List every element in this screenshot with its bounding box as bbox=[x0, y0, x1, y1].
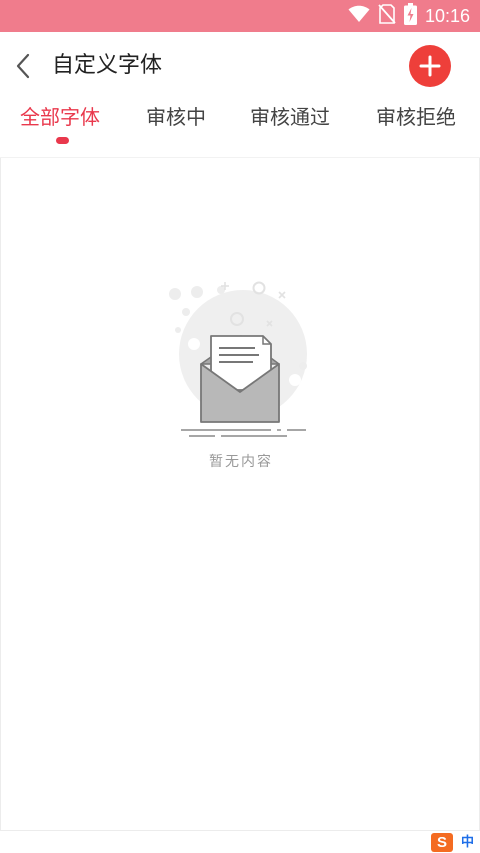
chevron-left-icon bbox=[16, 53, 30, 79]
no-sim-icon bbox=[378, 4, 396, 28]
tab-bar: 全部字体 审核中 审核通过 审核拒绝 bbox=[0, 100, 480, 158]
wifi-icon bbox=[348, 5, 370, 27]
plus-icon bbox=[419, 55, 441, 77]
ime-language-toggle[interactable]: 中 bbox=[461, 833, 474, 852]
empty-state-text: 暂无内容 bbox=[209, 454, 273, 470]
ime-bar: S 中 bbox=[0, 830, 480, 853]
status-time: 10:16 bbox=[424, 5, 470, 26]
tab-rejected[interactable]: 审核拒绝 bbox=[376, 100, 456, 134]
add-font-button[interactable] bbox=[409, 45, 451, 87]
open-envelope-icon bbox=[161, 278, 321, 438]
status-bar: 10:16 bbox=[0, 0, 480, 32]
tab-all-fonts[interactable]: 全部字体 bbox=[20, 100, 100, 134]
app-header: 自定义字体 bbox=[0, 32, 480, 100]
active-tab-indicator bbox=[56, 137, 69, 144]
sogou-ime-icon[interactable]: S bbox=[431, 833, 453, 852]
tab-approved[interactable]: 审核通过 bbox=[250, 100, 330, 134]
battery-charging-icon bbox=[403, 3, 417, 29]
tab-reviewing[interactable]: 审核中 bbox=[146, 100, 206, 134]
back-button[interactable] bbox=[8, 50, 38, 82]
page-title: 自定义字体 bbox=[52, 53, 163, 78]
font-list-area: 暂无内容 bbox=[0, 158, 480, 830]
status-icons: 10:16 bbox=[348, 0, 470, 32]
